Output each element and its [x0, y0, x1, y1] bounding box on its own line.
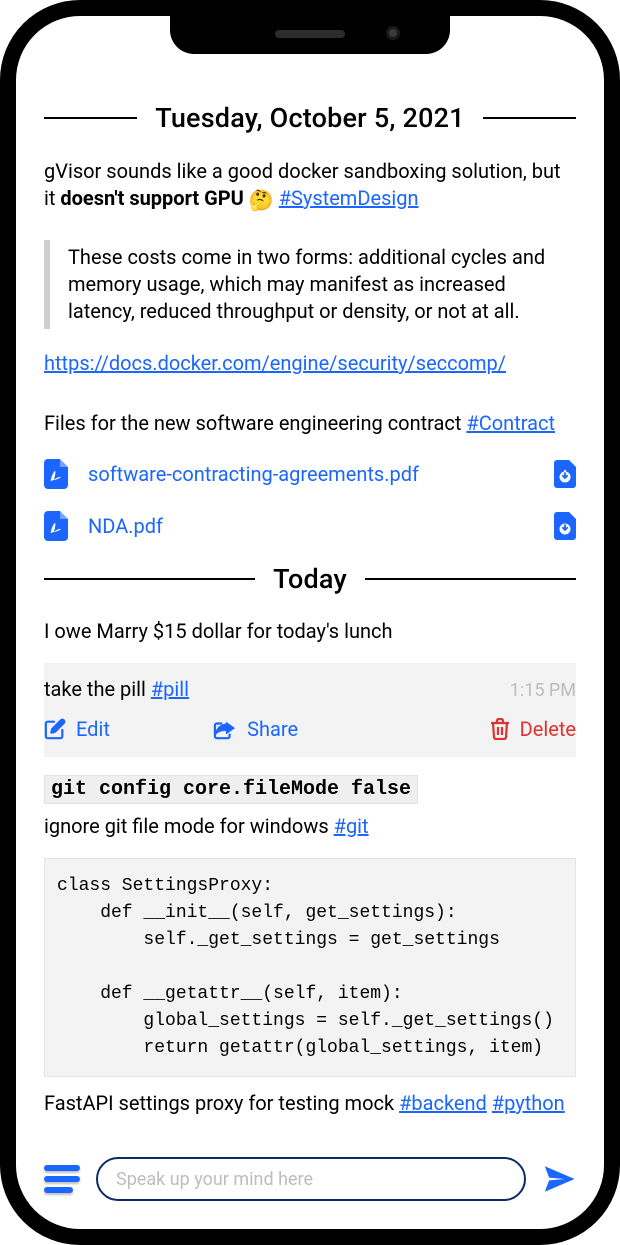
download-icon[interactable]: [554, 512, 576, 540]
file-row[interactable]: software-contracting-agreements.pdf: [44, 459, 576, 489]
date-divider: Tuesday, October 5, 2021: [44, 102, 576, 134]
link-row: https://docs.docker.com/engine/security/…: [44, 351, 576, 375]
file-row[interactable]: NDA.pdf: [44, 511, 576, 541]
delete-button[interactable]: Delete: [490, 717, 576, 741]
edit-icon: [44, 718, 66, 740]
code-text: class SettingsProxy: def __init__(self, …: [57, 876, 554, 1058]
journal-entry[interactable]: ignore git file mode for windows #git: [44, 814, 576, 838]
entry-actions: Edit Share Delete: [44, 717, 576, 741]
date-divider: Today: [44, 563, 576, 595]
date-label: Today: [273, 563, 347, 595]
speaker-grille: [275, 30, 345, 38]
entry-text: FastAPI settings proxy for testing mock: [44, 1091, 399, 1115]
pdf-file-icon: [44, 459, 68, 489]
phone-notch: [170, 16, 450, 54]
external-link[interactable]: https://docs.docker.com/engine/security/…: [44, 351, 506, 375]
menu-button[interactable]: [44, 1165, 80, 1193]
send-button[interactable]: [542, 1162, 576, 1196]
tag-backend[interactable]: #backend: [399, 1091, 487, 1115]
thinking-emoji: 🤔: [249, 188, 274, 212]
entry-text: ignore git file mode for windows: [44, 814, 334, 838]
journal-entry[interactable]: FastAPI settings proxy for testing mock …: [44, 1091, 576, 1115]
code-block[interactable]: class SettingsProxy: def __init__(self, …: [44, 858, 576, 1077]
pdf-file-icon: [44, 511, 68, 541]
compose-input[interactable]: Speak up your mind here: [96, 1157, 526, 1201]
share-icon: [213, 718, 237, 740]
download-icon[interactable]: [554, 460, 576, 488]
journal-entry[interactable]: gVisor sounds like a good docker sandbox…: [44, 158, 576, 214]
journal-entry[interactable]: I owe Marry $15 dollar for today's lunch: [44, 619, 576, 643]
share-button[interactable]: Share: [213, 717, 298, 741]
file-name: NDA.pdf: [88, 514, 163, 538]
entry-bold: doesn't support GPU: [60, 186, 243, 210]
quote-text: These costs come in two forms: additiona…: [68, 245, 545, 323]
journal-entry[interactable]: git config core.fileMode false: [44, 757, 576, 804]
inline-code: git config core.fileMode false: [44, 775, 418, 804]
compose-placeholder: Speak up your mind here: [116, 1169, 313, 1190]
file-name: software-contracting-agreements.pdf: [88, 462, 419, 486]
edit-label: Edit: [76, 717, 110, 741]
edit-button[interactable]: Edit: [44, 717, 110, 741]
tag-contract[interactable]: #Contract: [466, 411, 555, 435]
share-label: Share: [247, 717, 298, 741]
tag-git[interactable]: #git: [334, 814, 369, 838]
files-title: Files for the new software engineering c…: [44, 411, 576, 435]
journal-entry-selected[interactable]: take the pill #pill 1:15 PM Edit: [44, 663, 576, 757]
trash-icon: [490, 718, 510, 740]
tag-systemdesign[interactable]: #SystemDesign: [279, 186, 419, 210]
delete-label: Delete: [520, 717, 576, 741]
entry-time: 1:15 PM: [510, 680, 576, 701]
files-title-text: Files for the new software engineering c…: [44, 411, 466, 435]
tag-pill[interactable]: #pill: [151, 677, 189, 701]
tag-python[interactable]: #python: [492, 1091, 565, 1115]
entry-text: take the pill: [44, 677, 151, 701]
bottom-bar: Speak up your mind here: [44, 1147, 576, 1209]
entry-text: I owe Marry $15 dollar for today's lunch: [44, 619, 393, 643]
front-camera: [386, 26, 400, 40]
date-label: Tuesday, October 5, 2021: [155, 102, 464, 134]
blockquote: These costs come in two forms: additiona…: [44, 240, 576, 329]
